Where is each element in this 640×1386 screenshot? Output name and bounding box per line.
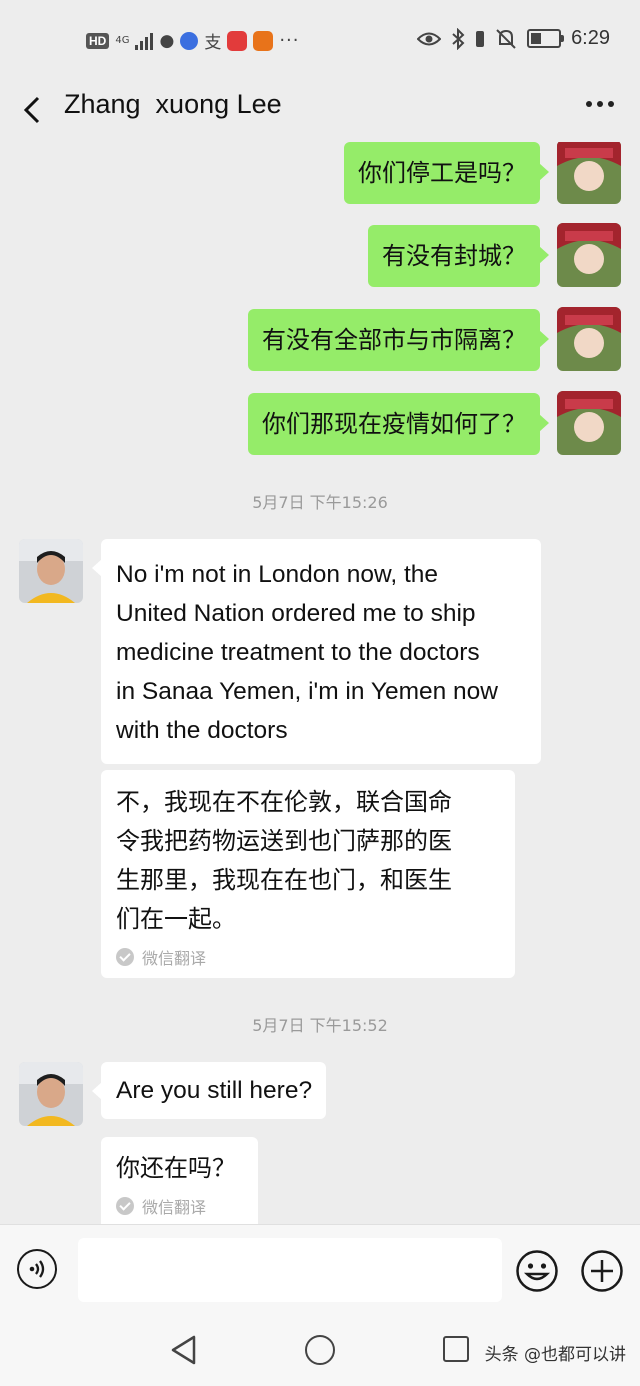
outgoing-message[interactable]: 有没有封城？ (368, 225, 549, 287)
bluetooth-icon (452, 27, 465, 50)
text-line: 生那里，我现在在也门，和医生 (116, 866, 452, 894)
text-line: Are you still here? (116, 1077, 313, 1104)
hd-badge: HD (86, 32, 110, 49)
more-notifications-icon: ··· (279, 30, 300, 51)
timestamp: 5月7日 下午15:52 (252, 1016, 388, 1035)
translation-label-text: 微信翻译 (142, 951, 207, 968)
status-bar: HD 4G ● 支 ··· 6:29 (0, 0, 640, 80)
my-avatar[interactable] (557, 391, 621, 455)
alipay-icon: 支 (204, 33, 222, 53)
incoming-message[interactable]: Are you still here? (91, 1062, 327, 1119)
voice-icon (29, 1260, 45, 1278)
back-button[interactable] (18, 88, 48, 132)
text-line: United Nation ordered me to ship (116, 600, 476, 627)
more-functions-button[interactable] (580, 1249, 624, 1293)
translation-label: 微信翻译 (101, 1188, 258, 1224)
more-options-button[interactable] (586, 94, 614, 114)
voice-input-button[interactable] (17, 1249, 57, 1289)
dot-icon (586, 101, 592, 107)
clock: 6:29 (571, 27, 610, 49)
translation-label-text: 微信翻译 (142, 1200, 207, 1217)
message-text: Are you still here? (101, 1062, 326, 1119)
watermark: 头条 @也都可以讲 (484, 1345, 626, 1365)
nav-recents-button[interactable] (443, 1336, 469, 1362)
text-line: 令我把药物运送到也门萨那的医 (116, 827, 452, 855)
incoming-message[interactable]: No i'm not in London now, the United Nat… (92, 539, 541, 764)
dot-icon (608, 101, 614, 107)
translation-bubble[interactable]: 不，我现在不在伦敦，联合国命 令我把药物运送到也门萨那的医 生那里，我现在在也门… (101, 770, 515, 978)
check-icon (116, 948, 134, 966)
huawei-app-icon (227, 30, 248, 51)
text-line: 不，我现在不在伦敦，联合国命 (116, 788, 452, 816)
message-input[interactable] (78, 1238, 502, 1302)
dot-icon (597, 101, 603, 107)
text-line: 你还在吗？ (116, 1154, 236, 1182)
triangle-back-icon (171, 1335, 196, 1365)
text-line: medicine treatment to the doctors (116, 639, 480, 666)
text-line: with the doctors (116, 717, 288, 744)
text-line: No i'm not in London now, the (116, 561, 439, 588)
chevron-left-icon (23, 96, 40, 124)
my-avatar[interactable] (557, 307, 621, 371)
outgoing-message[interactable]: 你们那现在疫情如何了？ (248, 393, 549, 455)
contact-avatar[interactable] (19, 1062, 83, 1126)
smiley-icon (516, 1250, 558, 1292)
contact-avatar[interactable] (19, 539, 83, 603)
music-app-icon (180, 31, 199, 50)
system-nav-bar: 头条 @也都可以讲 (0, 1316, 640, 1386)
translated-text: 你还在吗？ (101, 1137, 258, 1188)
translated-text: 不，我现在不在伦敦，联合国命 令我把药物运送到也门萨那的医 生那里，我现在在也门… (101, 770, 515, 939)
message-text: No i'm not in London now, the United Nat… (101, 539, 541, 764)
chat-header: Zhang xuong Lee (0, 80, 640, 142)
text-line: in Sanaa Yemen, i'm in Yemen now (116, 678, 498, 705)
translation-label: 微信翻译 (101, 939, 515, 979)
chat-title: Zhang xuong Lee (64, 89, 282, 119)
check-icon (116, 1197, 134, 1215)
eye-icon (417, 32, 442, 45)
mute-icon (496, 28, 516, 49)
outgoing-message[interactable]: 你们停工是吗？ (344, 142, 549, 204)
signal-icon (135, 32, 154, 50)
chat-history[interactable]: 你们停工是吗？ 有没有封城？ 有没有全部市与市隔离？ 你们那现在疫情如何了？ 5… (0, 142, 640, 1224)
status-icons-left: HD 4G ● 支 ··· (86, 28, 299, 53)
plus-icon (581, 1250, 623, 1292)
emoji-button[interactable] (515, 1249, 559, 1293)
outgoing-message[interactable]: 有没有全部市与市隔离？ (248, 309, 549, 371)
text-line: 们在一起。 (116, 905, 236, 933)
status-icons-right: 6:29 (417, 27, 610, 50)
my-avatar[interactable] (557, 223, 621, 287)
vibrate-icon (476, 30, 485, 47)
translation-bubble[interactable]: 你还在吗？ 微信翻译 (101, 1137, 258, 1224)
network-type: 4G (115, 34, 130, 46)
my-avatar[interactable] (557, 142, 621, 204)
nav-back-button[interactable] (170, 1334, 198, 1366)
app-icon (253, 30, 274, 51)
nav-home-button[interactable] (305, 1335, 335, 1365)
wechat-icon: ● (159, 30, 175, 51)
input-bar (0, 1224, 640, 1317)
timestamp: 5月7日 下午15:26 (252, 493, 388, 512)
battery-icon (527, 29, 565, 48)
